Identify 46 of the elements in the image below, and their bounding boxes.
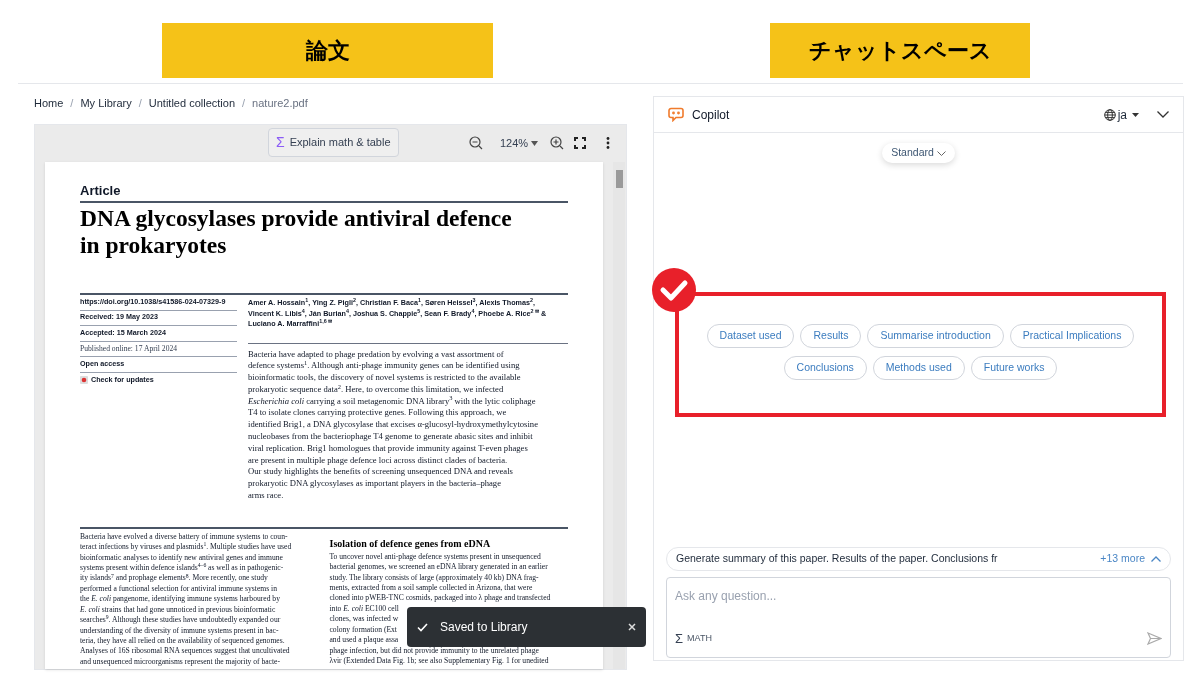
annotation-label: 論文 (162, 23, 493, 78)
caret-icon (531, 140, 539, 146)
chevron-up-icon[interactable] (1151, 556, 1161, 562)
mode-dropdown[interactable]: Standard (882, 143, 955, 163)
suggestion-chip[interactable]: Methods used (872, 355, 965, 380)
suggestion-chip[interactable]: Summarise introduction (867, 323, 1004, 348)
suggestion-chip[interactable]: Conclusions (783, 355, 867, 380)
abstract-paragraph: Bacteria have adapted to phage predation by evolving a vast assortment of defence systems$^{1}$. Although anti-phage immunity genes can be identified using bioinformatic tools, the discovery of novel systems is restricted to the available prokaryotic sequence data$^{2}$. Here, to overcome this limitation, we infected Escherichia coli carrying a soil metagenomic DNA library$^{3}$ with the lytic coliphage T4 to isolate clones carrying protective genes. Following this approach, we identified Brig1, a DNA glycosylase that excises α-glucosyl-hydroxymethylcytosine nucleobases from the bacteriophage T4 genome to generate abasic sites and inhibit viral replication. Brig1 homologues that provide immunity against T-even phages are present in multiple phage defence loci across distinct clades of bacteria. Our study highlights the benefits of screening unsequenced DNA and reveals prokaryotic DNA glycosylases as important players in the bacteria–phage arms race. (248, 347, 539, 502)
breadcrumb-link[interactable]: Untitled collection (148, 94, 236, 112)
close-icon[interactable] (628, 623, 636, 631)
breadcrumb-separator: / (70, 95, 74, 111)
question-input[interactable]: Ask any question... Σ MATH (666, 577, 1171, 658)
breadcrumb-separator: / (138, 95, 142, 111)
zoom-level-dropdown[interactable]: 124% (500, 135, 539, 152)
language-dropdown[interactable]: ja (1103, 105, 1139, 124)
chevron-down-icon (936, 150, 946, 156)
explain-math-button[interactable]: Σ Explain math & table (268, 128, 399, 157)
checkmark-icon (417, 622, 428, 632)
fullscreen-icon[interactable] (574, 137, 586, 149)
more-options-icon[interactable] (606, 137, 610, 149)
suggestion-chip[interactable]: Results (800, 323, 862, 348)
sigma-icon: Σ (276, 132, 285, 153)
annotation-label: チャットスペース (770, 23, 1030, 78)
toast-message: Saved to Library (440, 619, 528, 636)
chat-bubble-icon (668, 107, 684, 122)
math-button[interactable]: Σ MATH (675, 628, 712, 648)
breadcrumb-separator: / (242, 95, 246, 111)
zoom-out-icon[interactable] (469, 136, 483, 150)
update-badge-icon (80, 376, 88, 385)
globe-icon (1103, 108, 1116, 121)
article-label: Article (80, 183, 122, 199)
caret-icon (1132, 112, 1139, 117)
chevron-down-icon[interactable] (1157, 111, 1169, 118)
suggestion-text: Generate summary of this paper. Results of the paper. Conclusions fr (676, 551, 998, 567)
more-suggestions-link[interactable]: +13 more (1100, 551, 1145, 567)
scrollbar[interactable] (613, 162, 625, 669)
breadcrumb-current: nature2.pdf (252, 95, 308, 111)
breadcrumb-link[interactable]: My Library (80, 94, 132, 112)
breadcrumb-link[interactable]: Home (34, 94, 64, 112)
article-title: DNA glycosylases provide antiviral defence in prokaryotes (80, 205, 513, 259)
section-heading: Isolation of defence genes from eDNA (329, 536, 492, 550)
zoom-in-icon[interactable] (550, 136, 564, 150)
panel-title: Copilot (692, 106, 730, 124)
suggestion-chip[interactable]: Future works (970, 355, 1058, 380)
suggestion-chip[interactable]: Practical Implications (1009, 323, 1135, 348)
suggestion-chip[interactable]: Dataset used (706, 323, 795, 348)
